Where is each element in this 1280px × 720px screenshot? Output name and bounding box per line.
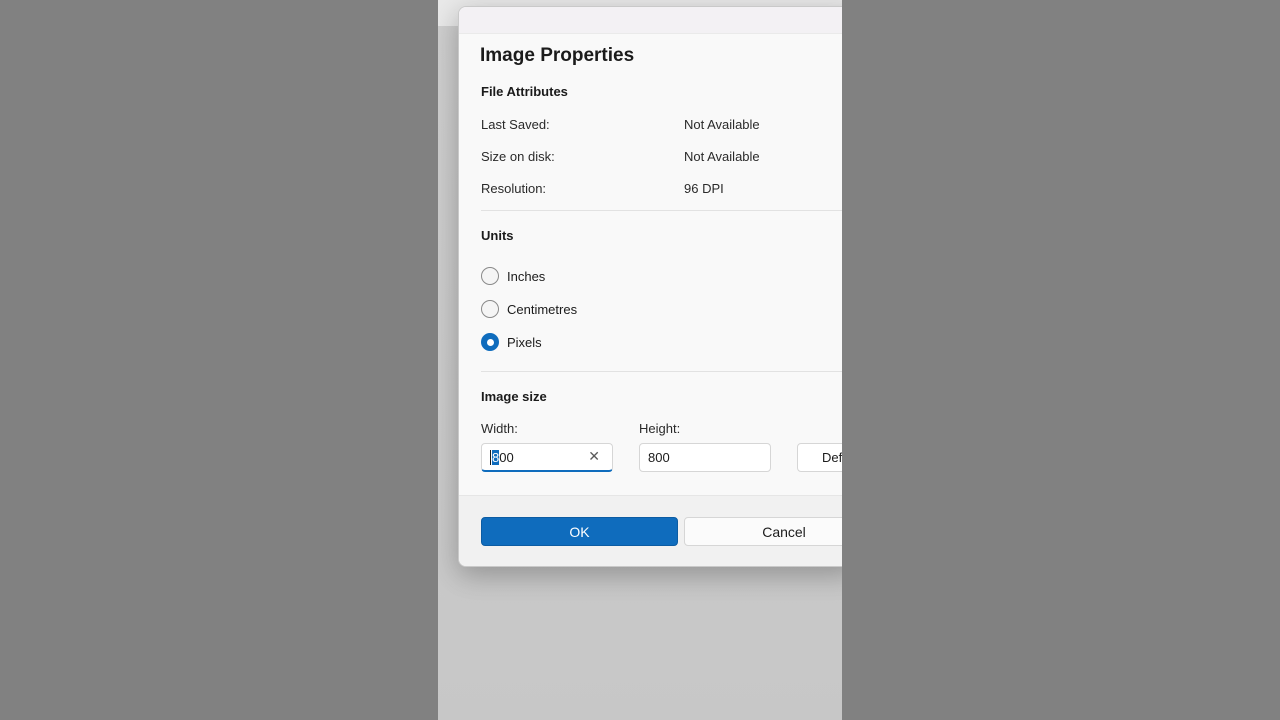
- image-properties-dialog: Image Properties File Attributes Last Sa…: [458, 6, 842, 567]
- radio-button-checked[interactable]: [481, 333, 499, 351]
- radio-pixels-label: Pixels: [507, 334, 542, 350]
- background-right: [842, 0, 1280, 720]
- width-input[interactable]: 8 00 ✕: [481, 443, 613, 472]
- dialog-title: Image Properties: [480, 45, 635, 66]
- image-size-heading: Image size: [481, 389, 547, 404]
- size-on-disk-value: Not Available: [684, 149, 760, 164]
- radio-centimetres[interactable]: Centimetres: [481, 299, 577, 319]
- radio-button[interactable]: [481, 267, 499, 285]
- width-rest-text: 00: [499, 449, 514, 465]
- radio-inches[interactable]: Inches: [481, 266, 545, 286]
- clear-icon[interactable]: ✕: [588, 448, 600, 465]
- file-attributes-heading: File Attributes: [481, 84, 568, 99]
- last-saved-value: Not Available: [684, 117, 760, 132]
- dialog-titlebar[interactable]: [459, 7, 842, 34]
- background-left: [0, 0, 438, 720]
- text-caret: [490, 449, 491, 465]
- ok-button[interactable]: OK: [481, 517, 678, 546]
- radio-button[interactable]: [481, 300, 499, 318]
- size-on-disk-label: Size on disk:: [481, 149, 555, 164]
- width-label: Width:: [481, 421, 518, 436]
- default-button[interactable]: Default: [797, 443, 842, 472]
- divider: [481, 210, 842, 211]
- radio-centimetres-label: Centimetres: [507, 301, 578, 317]
- units-heading: Units: [481, 228, 514, 243]
- height-input[interactable]: 800: [639, 443, 771, 472]
- divider: [481, 371, 842, 372]
- cancel-button[interactable]: Cancel: [684, 517, 842, 546]
- radio-pixels[interactable]: Pixels: [481, 332, 542, 352]
- app-window: Image Properties File Attributes Last Sa…: [438, 0, 842, 720]
- last-saved-label: Last Saved:: [481, 117, 550, 132]
- resolution-value: 96 DPI: [684, 181, 724, 196]
- height-label: Height:: [639, 421, 681, 436]
- radio-inches-label: Inches: [507, 268, 546, 284]
- resolution-label: Resolution:: [481, 181, 547, 196]
- height-value: 800: [648, 450, 670, 465]
- width-selected-text: 8: [492, 449, 500, 465]
